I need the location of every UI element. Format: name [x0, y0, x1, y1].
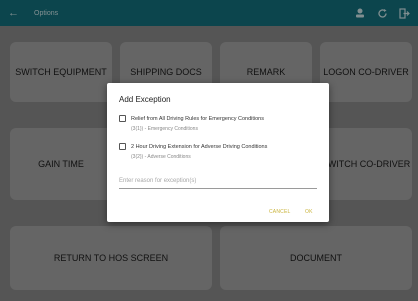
- option-sublabel: (3(1)) - Emergency Conditions: [131, 126, 198, 132]
- adverse-checkbox[interactable]: [119, 143, 126, 150]
- emergency-checkbox[interactable]: [119, 115, 126, 122]
- cancel-button[interactable]: CANCEL: [269, 209, 290, 215]
- reason-input[interactable]: Enter reason for exception(s): [119, 175, 317, 189]
- ok-button[interactable]: OK: [305, 209, 313, 215]
- add-exception-dialog: Add Exception Relief from All Driving Ru…: [107, 83, 329, 222]
- exception-option-adverse: 2 Hour Driving Extension for Adverse Dri…: [119, 143, 267, 160]
- option-label: 2 Hour Driving Extension for Adverse Dri…: [131, 143, 268, 150]
- option-label: Relief from All Driving Rules for Emerge…: [131, 115, 264, 122]
- dialog-title: Add Exception: [119, 95, 171, 104]
- option-sublabel: (3(2)) - Adverse Conditions: [131, 154, 191, 160]
- exception-option-emergency: Relief from All Driving Rules for Emerge…: [119, 115, 264, 132]
